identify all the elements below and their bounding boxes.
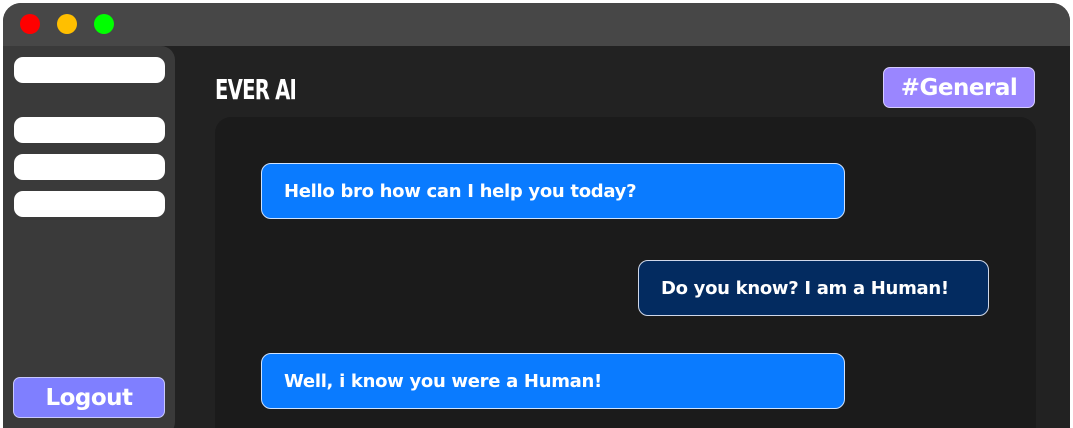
minimize-window-icon[interactable] (57, 14, 77, 34)
sidebar: Logout (3, 46, 175, 428)
chat-message-bot: Hello bro how can I help you today? (261, 163, 845, 219)
sidebar-item-1[interactable] (14, 57, 165, 83)
sidebar-item-3[interactable] (14, 154, 165, 180)
app-title: EVER AI (215, 73, 297, 106)
maximize-window-icon[interactable] (94, 14, 114, 34)
chat-panel: Hello bro how can I help you today? Do y… (215, 117, 1036, 428)
title-bar (3, 3, 1070, 46)
chat-message-user: Do you know? I am a Human! (638, 260, 989, 316)
app-window: Logout EVER AI #General Hello bro how ca… (3, 3, 1070, 428)
logout-button[interactable]: Logout (13, 377, 165, 418)
sidebar-item-4[interactable] (14, 191, 165, 217)
chat-message-bot: Well, i know you were a Human! (261, 353, 845, 409)
channel-tag-button[interactable]: #General (883, 67, 1035, 108)
close-window-icon[interactable] (20, 14, 40, 34)
sidebar-item-2[interactable] (14, 117, 165, 143)
